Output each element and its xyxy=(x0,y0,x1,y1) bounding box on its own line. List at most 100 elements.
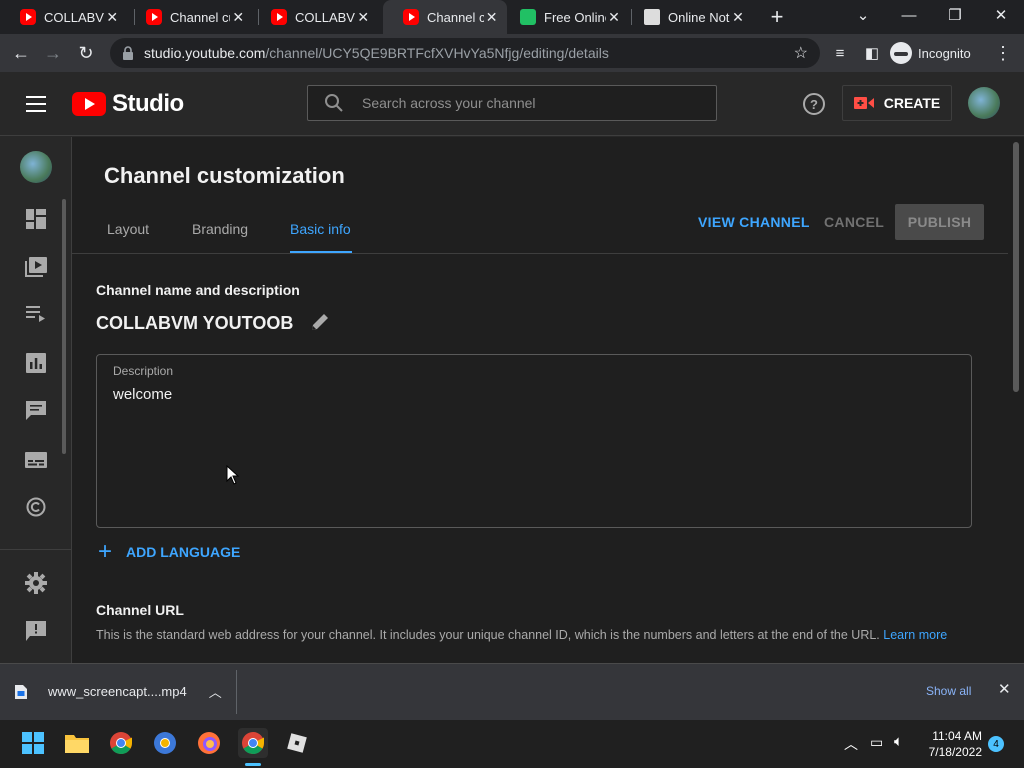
download-item[interactable]: www_screencapt....mp4 ︿ xyxy=(14,682,222,701)
tab-basic-info[interactable]: Basic info xyxy=(290,221,351,237)
restore-button[interactable]: ❐ xyxy=(932,0,978,30)
close-icon[interactable]: ✕ xyxy=(484,9,499,26)
chrome-beta-icon[interactable] xyxy=(150,728,180,758)
youtube-icon xyxy=(271,9,287,25)
side-panel-icon[interactable]: ◧ xyxy=(857,38,887,68)
browser-tab[interactable]: COLLABVM ✕ xyxy=(0,0,128,34)
incognito-label: Incognito xyxy=(918,45,971,61)
channel-avatar[interactable] xyxy=(20,151,52,183)
copyright-icon[interactable] xyxy=(24,495,48,519)
close-icon[interactable]: ✕ xyxy=(355,9,371,26)
create-label: CREATE xyxy=(883,95,941,111)
learn-more-link[interactable]: Learn more xyxy=(883,628,947,642)
chrome-icon[interactable] xyxy=(106,728,136,758)
youtube-icon xyxy=(403,9,419,25)
cancel-button[interactable]: CANCEL xyxy=(824,204,884,240)
close-icon[interactable]: ✕ xyxy=(730,9,746,26)
subtitles-icon[interactable] xyxy=(24,448,48,472)
green-app-icon xyxy=(520,9,536,25)
close-icon[interactable]: ✕ xyxy=(104,9,120,26)
mouse-cursor-icon xyxy=(226,465,240,485)
windows-start-icon[interactable] xyxy=(18,728,48,758)
browser-tab[interactable]: Channel cu ✕ xyxy=(126,0,254,34)
browser-tab[interactable]: COLLABVM ✕ xyxy=(251,0,379,34)
analytics-icon[interactable] xyxy=(24,351,48,375)
search-box[interactable] xyxy=(307,85,717,121)
reload-button[interactable]: ↻ xyxy=(71,38,101,68)
incognito-indicator[interactable]: Incognito xyxy=(890,38,971,68)
browser-toolbar: ← → ↻ studio.youtube.com/channel/UCY5QE9… xyxy=(0,34,1024,72)
description-field[interactable]: Description welcome xyxy=(96,354,972,528)
media-control-icon[interactable]: ≡ xyxy=(825,38,855,68)
chrome-active-icon[interactable] xyxy=(238,728,268,758)
channel-url-help: This is the standard web address for you… xyxy=(96,625,956,645)
network-icon[interactable]: ▭ xyxy=(870,734,883,751)
clock[interactable]: 11:04 AM 7/18/2022 xyxy=(922,728,982,760)
show-all-button[interactable]: Show all xyxy=(926,684,971,698)
volume-icon[interactable]: 🔈︎ xyxy=(894,733,903,750)
file-explorer-icon[interactable] xyxy=(62,728,92,758)
download-filename: www_screencapt....mp4 xyxy=(48,684,187,699)
active-app-indicator xyxy=(245,763,261,766)
roblox-icon[interactable] xyxy=(282,728,312,758)
content-icon[interactable] xyxy=(24,255,48,279)
account-avatar[interactable] xyxy=(968,87,1000,119)
settings-gear-icon[interactable] xyxy=(24,571,48,595)
close-window-button[interactable]: ✕ xyxy=(978,0,1024,30)
channel-name: COLLABVM YOUTOOB xyxy=(96,313,294,333)
url-host: studio.youtube.com xyxy=(144,45,266,61)
plus-icon: + xyxy=(98,538,113,565)
comments-icon[interactable] xyxy=(24,398,48,422)
new-tab-button[interactable]: + xyxy=(764,4,790,30)
download-divider xyxy=(236,670,237,714)
clock-date: 7/18/2022 xyxy=(928,745,982,759)
notification-badge[interactable]: 4 xyxy=(988,736,1004,752)
help-icon[interactable]: ? xyxy=(803,93,825,115)
file-icon xyxy=(15,684,27,699)
url-path: /channel/UCY5QE9BRTFcfXVHvYa5Nfjg/editin… xyxy=(265,45,609,61)
minimize-button[interactable]: — xyxy=(886,0,932,30)
tab-layout[interactable]: Layout xyxy=(107,221,149,237)
hamburger-menu-icon[interactable] xyxy=(24,92,48,116)
description-text[interactable]: welcome xyxy=(113,386,172,403)
add-language-button[interactable]: + ADD LANGUAGE xyxy=(98,538,241,565)
publish-button[interactable]: PUBLISH xyxy=(895,204,984,240)
browser-tab[interactable]: Free Online ✕ xyxy=(500,0,630,34)
close-download-bar-icon[interactable]: ✕ xyxy=(998,680,1011,698)
firefox-icon[interactable] xyxy=(194,728,224,758)
chevron-up-icon[interactable]: ︿ xyxy=(209,682,222,701)
tabs-divider xyxy=(72,253,1008,254)
youtube-icon xyxy=(20,9,36,25)
page-scrollbar-thumb[interactable] xyxy=(1013,142,1019,392)
main-content: Channel customization Layout Branding Ba… xyxy=(72,137,1008,663)
view-channel-button[interactable]: VIEW CHANNEL xyxy=(698,204,810,240)
edit-pencil-icon[interactable] xyxy=(310,312,332,334)
sidebar xyxy=(0,137,72,663)
address-bar[interactable]: studio.youtube.com/channel/UCY5QE9BRTFcf… xyxy=(110,38,820,68)
feedback-icon[interactable] xyxy=(24,619,48,643)
forward-button[interactable]: → xyxy=(38,38,68,68)
youtube-icon xyxy=(146,9,162,25)
tab-branding[interactable]: Branding xyxy=(192,221,248,237)
search-input[interactable] xyxy=(362,95,702,111)
add-language-label: ADD LANGUAGE xyxy=(126,544,241,560)
browser-tab[interactable]: Online Not ✕ xyxy=(624,0,754,34)
lock-icon xyxy=(123,46,133,60)
playlists-icon[interactable] xyxy=(24,302,48,326)
dashboard-icon[interactable] xyxy=(24,207,48,231)
tab-title: Channel cu xyxy=(170,9,231,25)
tab-title: Online Not xyxy=(668,9,730,25)
create-button[interactable]: CREATE xyxy=(842,85,952,121)
browser-menu-icon[interactable]: ⋮ xyxy=(988,38,1018,68)
studio-logo[interactable]: Studio xyxy=(72,90,184,118)
tab-search-icon[interactable]: ⌄ xyxy=(840,0,886,30)
bookmark-star-icon[interactable]: ☆ xyxy=(794,43,808,63)
tray-chevron-up-icon[interactable]: ︿ xyxy=(844,734,858,754)
close-icon[interactable]: ✕ xyxy=(230,9,246,26)
browser-tab-active[interactable]: Channel cu ✕ xyxy=(383,0,507,34)
sidebar-scrollbar[interactable] xyxy=(62,199,66,454)
close-icon[interactable]: ✕ xyxy=(606,9,622,26)
page-title: Channel customization xyxy=(104,163,345,188)
youtube-logo-icon xyxy=(72,92,106,116)
back-button[interactable]: ← xyxy=(6,38,36,68)
